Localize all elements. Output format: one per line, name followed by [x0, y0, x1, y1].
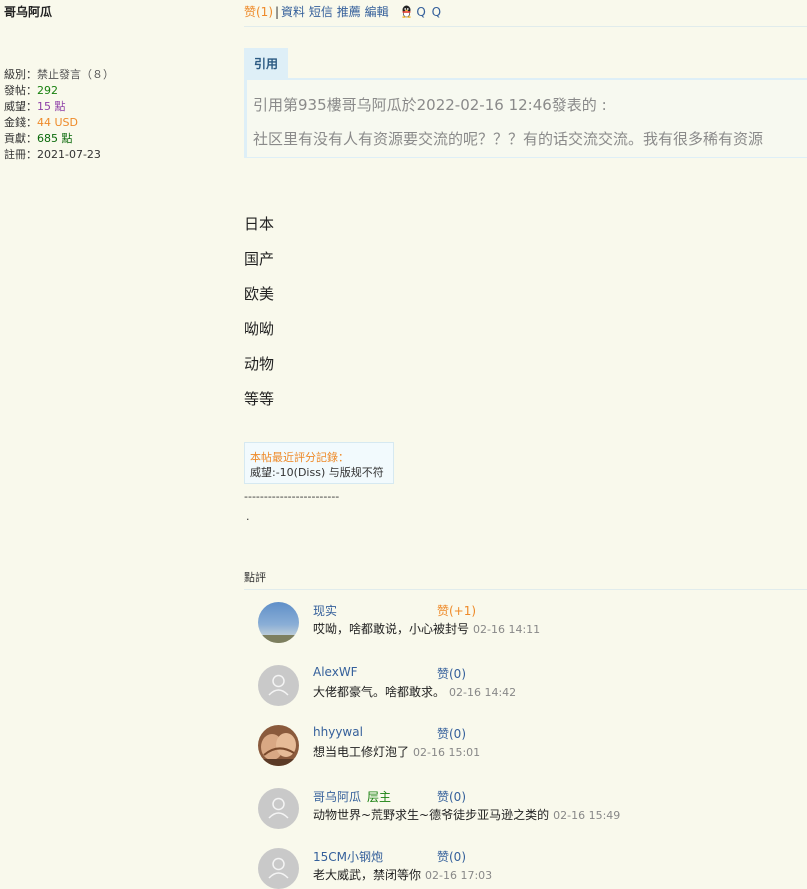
quote-block: 引用第935樓哥乌阿瓜於2022-02-16 12:46發表的 : 社区里有没有… — [244, 78, 807, 158]
list-item: 日本 — [244, 215, 275, 233]
stat-value: 44 USD — [37, 116, 78, 129]
comment-time: 02-16 17:03 — [425, 869, 493, 882]
stat-value: 15 點 — [37, 100, 66, 113]
forum-post-page: 哥乌阿瓜 級別：禁止發言（８） 發帖：292 威望：15 點 金錢：44 USD… — [0, 0, 807, 889]
sky-photo-avatar[interactable] — [258, 602, 299, 643]
commenter-name-text[interactable]: AlexWF — [313, 665, 358, 679]
comment-body: 大佬都豪气。啥都敢求。 02-16 14:42 — [313, 683, 516, 700]
divider — [244, 26, 807, 27]
signature-text: . — [246, 510, 250, 523]
list-item: 呦呦 — [244, 320, 275, 338]
commenter-name[interactable]: AlexWF — [313, 665, 358, 679]
rating-record: 本帖最近評分記錄： 威望:-10(Diss) 与版规不符 — [244, 442, 394, 484]
rating-title: 本帖最近評分記錄： — [250, 451, 349, 464]
stat-money: 金錢：44 USD — [4, 115, 114, 131]
comment-item: hhyywal 赞(0) 想当电工修灯泡了 02-16 15:01 — [258, 725, 807, 769]
comment-like-button[interactable]: 赞(0) — [437, 788, 466, 805]
stat-value: 292 — [37, 84, 58, 97]
comment-text: 想当电工修灯泡了 — [313, 745, 410, 759]
comment-time: 02-16 14:11 — [473, 623, 541, 636]
commenter-name[interactable]: hhyywal — [313, 725, 363, 739]
qq-link[interactable]: Q Q — [416, 5, 442, 19]
stat-label: 威望： — [4, 100, 37, 113]
commenter-name-text[interactable]: 15CM小钢炮 — [313, 850, 383, 864]
profile-link[interactable]: 資料 — [281, 5, 305, 19]
comment-like-button[interactable]: 赞(0) — [437, 725, 466, 742]
message-link[interactable]: 短信 — [309, 5, 333, 19]
rating-detail: 威望:-10(Diss) 与版规不符 — [250, 466, 384, 479]
stat-contribution: 貢獻：685 點 — [4, 131, 114, 147]
default-avatar[interactable] — [258, 788, 299, 829]
comment-time: 02-16 15:49 — [553, 809, 621, 822]
signature-divider: ------------------------ — [244, 490, 340, 503]
stat-value: 禁止發言（８） — [37, 68, 114, 81]
post-actions-bar: 赞(1) | 資料 短信 推薦 編輯 Q Q — [244, 3, 442, 20]
comment-body: 老大威武，禁闭等你 02-16 17:03 — [313, 866, 492, 883]
stat-registered: 註冊：2021-07-23 — [4, 147, 114, 163]
comment-like-button[interactable]: 赞(0) — [437, 848, 466, 865]
stat-label: 發帖： — [4, 84, 37, 97]
stat-prestige: 威望：15 點 — [4, 99, 114, 115]
list-item: 欧美 — [244, 285, 275, 303]
comment-item: 15CM小钢炮 赞(0) 老大威武，禁闭等你 02-16 17:03 — [258, 848, 807, 889]
stat-label: 級別： — [4, 68, 37, 81]
stat-value: 685 點 — [37, 132, 73, 145]
comments-title: 點評 — [244, 571, 266, 584]
comment-item: AlexWF 赞(0) 大佬都豪气。啥都敢求。 02-16 14:42 — [258, 665, 807, 709]
stat-label: 金錢： — [4, 116, 37, 129]
author-stats: 級別：禁止發言（８） 發帖：292 威望：15 點 金錢：44 USD 貢獻：6… — [4, 67, 114, 163]
list-item: 等等 — [244, 390, 275, 408]
comment-item: 现实 赞(+1) 哎呦，啥都敢说，小心被封号 02-16 14:11 — [258, 602, 807, 646]
list-item: 动物 — [244, 355, 275, 373]
recommend-link[interactable]: 推薦 — [337, 5, 361, 19]
comment-text: 动物世界~荒野求生~德爷徒步亚马逊之类的 — [313, 808, 550, 822]
list-item: 国产 — [244, 250, 275, 268]
default-avatar[interactable] — [258, 848, 299, 889]
comment-text: 大佬都豪气。啥都敢求。 — [313, 685, 446, 699]
comment-like-button[interactable]: 赞(0) — [437, 665, 466, 682]
comment-body: 想当电工修灯泡了 02-16 15:01 — [313, 743, 480, 760]
post-body-list: 日本 国产 欧美 呦呦 动物 等等 — [244, 212, 274, 422]
commenter-name-text[interactable]: 现实 — [313, 604, 337, 618]
comment-body: 动物世界~荒野求生~德爷徒步亚马逊之类的 02-16 15:49 — [313, 806, 620, 823]
author-name[interactable]: 哥乌阿瓜 — [4, 3, 52, 20]
quote-label: 引用 — [244, 48, 288, 78]
floor-owner-badge: 层主 — [367, 790, 392, 804]
comment-time: 02-16 14:42 — [449, 686, 517, 699]
comment-text: 哎呦，啥都敢说，小心被封号 — [313, 622, 470, 636]
stat-label: 貢獻： — [4, 132, 37, 145]
separator: | — [275, 5, 280, 19]
commenter-name-text[interactable]: 哥乌阿瓜 — [313, 790, 361, 804]
edit-link[interactable]: 編輯 — [365, 5, 389, 19]
stat-level: 級別：禁止發言（８） — [4, 67, 114, 83]
commenter-name[interactable]: 哥乌阿瓜 层主 — [313, 788, 391, 805]
stat-value: 2021-07-23 — [37, 148, 101, 161]
commenter-name-text[interactable]: hhyywal — [313, 725, 363, 739]
photo-avatar[interactable] — [258, 725, 299, 766]
default-avatar[interactable] — [258, 665, 299, 706]
comment-text: 老大威武，禁闭等你 — [313, 868, 422, 882]
qq-penguin-icon[interactable] — [400, 5, 413, 18]
stat-label: 註冊： — [4, 148, 37, 161]
stat-posts: 發帖：292 — [4, 83, 114, 99]
comment-item: 哥乌阿瓜 层主 赞(0) 动物世界~荒野求生~德爷徒步亚马逊之类的 02-16 15… — [258, 788, 807, 832]
comment-body: 哎呦，啥都敢说，小心被封号 02-16 14:11 — [313, 620, 540, 637]
comment-time: 02-16 15:01 — [413, 746, 481, 759]
commenter-name[interactable]: 15CM小钢炮 — [313, 848, 383, 865]
like-button[interactable]: 赞(1) — [244, 5, 273, 19]
quote-text: 社区里有没有人有资源要交流的呢？？？有的话交流交流。我有很多稀有资源 — [253, 130, 764, 148]
comment-like-button[interactable]: 赞(+1) — [437, 602, 476, 619]
divider — [244, 589, 807, 590]
quote-header: 引用第935樓哥乌阿瓜於2022-02-16 12:46發表的 : — [253, 96, 607, 114]
commenter-name[interactable]: 现实 — [313, 602, 337, 619]
